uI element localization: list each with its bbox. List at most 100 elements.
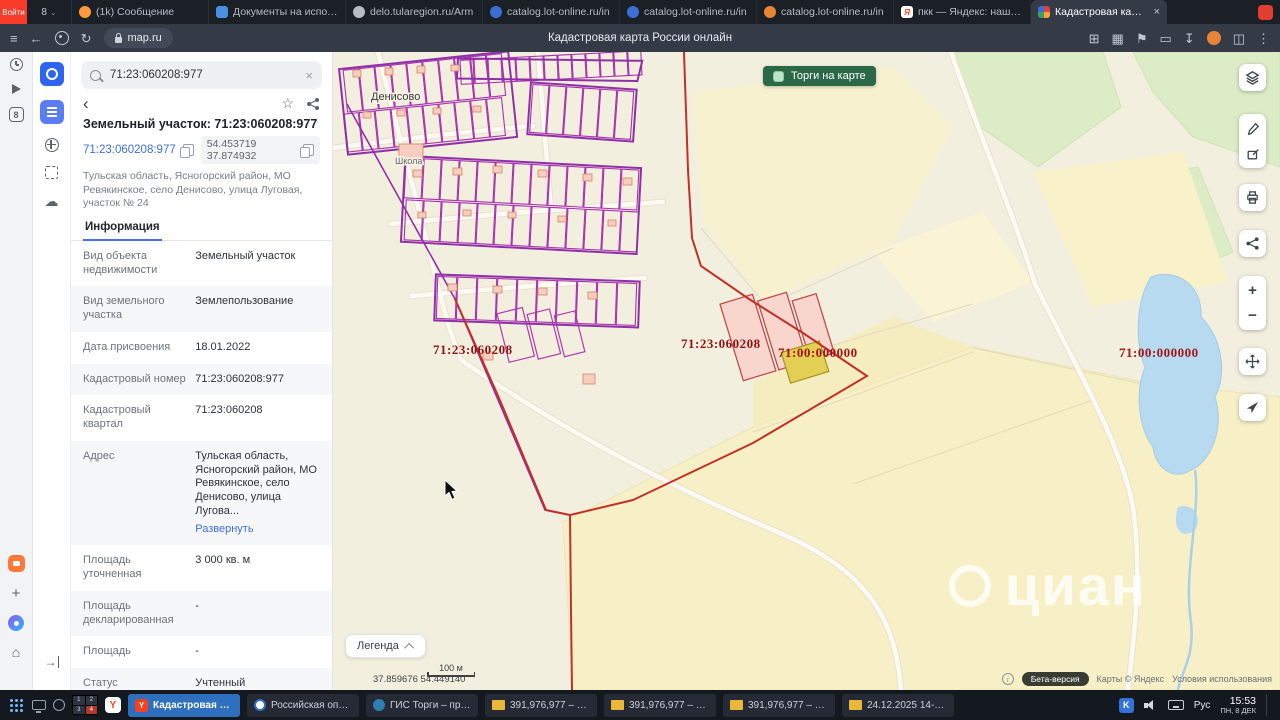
terms-link[interactable]: Условия использования bbox=[1172, 674, 1272, 684]
info-icon[interactable]: i bbox=[1001, 673, 1014, 685]
edit-icon[interactable] bbox=[1246, 147, 1260, 161]
clear-search-icon[interactable]: × bbox=[305, 68, 313, 83]
search-input[interactable] bbox=[108, 68, 299, 82]
tab-counter[interactable]: 8 ⌄ bbox=[27, 0, 72, 24]
layers-button[interactable] bbox=[1239, 64, 1266, 91]
expand-link[interactable]: Развернуть bbox=[195, 523, 320, 537]
pan-button[interactable] bbox=[1239, 348, 1266, 375]
geolocation-button[interactable] bbox=[1239, 394, 1266, 421]
taskbar-item-cadastral-map[interactable]: YКадастровая кар... bbox=[128, 693, 240, 717]
tab-close-icon[interactable]: × bbox=[1150, 6, 1160, 18]
address-bar[interactable]: map.ru bbox=[103, 28, 173, 48]
tab-lot-online-1[interactable]: catalog.lot-online.ru/in bbox=[483, 0, 620, 24]
tab-yandex-search[interactable]: Япкк — Яндекс: нашлос bbox=[894, 0, 1031, 24]
messenger-icon[interactable] bbox=[7, 555, 25, 572]
tab-docs[interactable]: Документы на исполн bbox=[209, 0, 346, 24]
yandex-login-button[interactable]: Войти bbox=[0, 0, 27, 24]
layers-cloud-icon[interactable]: ☁ bbox=[45, 193, 59, 210]
torgi-toggle-button[interactable]: Торги на карте bbox=[763, 66, 876, 86]
taskbar-item-gis-torgi[interactable]: ГИС Торги – прод... bbox=[366, 693, 478, 717]
browser-menu[interactable] bbox=[1250, 0, 1280, 24]
more-menu-icon[interactable]: ⋮ bbox=[1257, 32, 1270, 45]
tab-information[interactable]: Информация bbox=[83, 218, 162, 241]
download-icon[interactable]: ↧ bbox=[1184, 32, 1195, 45]
virtual-desktop-pager[interactable]: 1 2 3 4 bbox=[72, 695, 98, 715]
clock[interactable]: 15:53 ПН, 8 ДЕК bbox=[1220, 695, 1256, 716]
add-panel-icon[interactable]: + bbox=[12, 585, 21, 602]
tray-app-icon[interactable]: K bbox=[1118, 697, 1134, 713]
lock-icon bbox=[114, 32, 122, 43]
cadastral-number-link[interactable]: 71:23:060208:977 bbox=[83, 144, 176, 156]
globe-icon bbox=[627, 6, 639, 18]
taskbar-item-folder-4[interactable]: 24.12.2025 14-30 ... bbox=[842, 693, 954, 717]
taskbar-item-roi[interactable]: Российская опер... bbox=[247, 693, 359, 717]
split-view-icon[interactable]: ◫ bbox=[1233, 32, 1245, 45]
tab-groups-icon[interactable]: 8 bbox=[8, 107, 24, 122]
extent-tool-icon[interactable] bbox=[45, 166, 58, 179]
system-app-icon[interactable] bbox=[53, 699, 65, 711]
yandex-browser-launcher[interactable]: Y bbox=[105, 697, 121, 713]
table-row: Кадастровый номер 71:23:060208:977 bbox=[71, 363, 332, 396]
search-results-tool[interactable] bbox=[39, 100, 64, 124]
ruler-icon[interactable] bbox=[1246, 122, 1260, 136]
profile-avatar[interactable] bbox=[1206, 31, 1221, 45]
copy-icon[interactable] bbox=[300, 144, 314, 158]
folder-icon bbox=[730, 700, 743, 710]
tab-lot-online-2[interactable]: catalog.lot-online.ru/in bbox=[620, 0, 757, 24]
protect-icon[interactable] bbox=[54, 31, 69, 45]
favorite-star-icon[interactable]: ☆ bbox=[281, 95, 294, 112]
apps-grid-icon[interactable]: ▦ bbox=[1112, 32, 1124, 45]
taskbar-item-folder-1[interactable]: 391,976,977 – Мен... bbox=[485, 693, 597, 717]
taskbar-item-folder-3[interactable]: 391,976,977 – Мен... bbox=[723, 693, 835, 717]
volume-icon[interactable] bbox=[1143, 699, 1158, 711]
search-box[interactable]: × bbox=[81, 61, 322, 89]
tab-mail[interactable]: (1k) Сообщение bbox=[72, 0, 209, 24]
object-info-panel: × ‹ ☆ Земельный участок: 71:23:060208:97… bbox=[71, 52, 333, 690]
map-canvas[interactable]: 71:23:060208 71:23:060208 71:00:000000 7… bbox=[333, 52, 1280, 690]
print-button[interactable] bbox=[1239, 184, 1266, 211]
tab-cadastral-map[interactable]: Кадастровая карта Р × bbox=[1031, 0, 1167, 24]
tab-lot-online-3[interactable]: catalog.lot-online.ru/in bbox=[757, 0, 894, 24]
legend-label: Легенда bbox=[357, 640, 399, 652]
bookmark-flag-icon[interactable]: ⚑ bbox=[1136, 32, 1148, 45]
start-menu-icon[interactable] bbox=[10, 698, 13, 702]
desktop-1[interactable]: 1 bbox=[73, 696, 85, 705]
show-desktop-button[interactable] bbox=[1266, 694, 1270, 716]
extensions-icon[interactable]: ⊞ bbox=[1089, 32, 1100, 45]
share-icon[interactable] bbox=[306, 97, 320, 111]
desktop-2[interactable]: 2 bbox=[85, 696, 97, 705]
comments-icon[interactable]: ▭ bbox=[1160, 32, 1172, 45]
zoom-out-button[interactable]: − bbox=[1248, 308, 1257, 323]
back-icon[interactable]: ← bbox=[30, 32, 43, 45]
home-icon[interactable]: ⌂ bbox=[12, 644, 20, 660]
zoom-in-button[interactable]: + bbox=[1248, 283, 1257, 298]
panel-back-icon[interactable]: ‹ bbox=[83, 95, 89, 112]
tab-title: catalog.lot-online.ru/in bbox=[644, 6, 747, 18]
refresh-icon[interactable]: ↻ bbox=[81, 32, 92, 45]
share-map-button[interactable] bbox=[1239, 230, 1266, 257]
info-table: Вид объекта недвижимости Земельный участо… bbox=[71, 241, 332, 690]
copy-icon[interactable] bbox=[180, 144, 194, 158]
village-label: Денисово bbox=[371, 91, 420, 103]
taskbar-item-folder-2[interactable]: 391,976,977 – Мен... bbox=[604, 693, 716, 717]
desktop-4-active[interactable]: 4 bbox=[85, 705, 97, 714]
alice-icon[interactable] bbox=[8, 615, 24, 631]
language-indicator[interactable]: Рус bbox=[1194, 700, 1211, 711]
torgi-checkbox[interactable] bbox=[773, 70, 784, 82]
desktop-3[interactable]: 3 bbox=[73, 705, 85, 714]
media-play-icon[interactable] bbox=[11, 84, 21, 94]
measure-tool-icon[interactable] bbox=[44, 138, 59, 152]
collapse-panel-icon[interactable]: → bbox=[45, 656, 59, 668]
quarter-label: 71:23:060208 bbox=[681, 336, 761, 351]
system-monitor-icon[interactable] bbox=[32, 700, 46, 713]
tab-title: catalog.lot-online.ru/in bbox=[781, 6, 884, 18]
mail-icon bbox=[79, 6, 91, 18]
site-logo[interactable] bbox=[39, 62, 64, 86]
tab-count-label: 8 bbox=[41, 6, 47, 18]
tab-delo[interactable]: delo.tularegion.ru/Arm bbox=[346, 0, 483, 24]
draw-tools bbox=[1239, 114, 1266, 168]
sidebar-toggle-icon[interactable]: ≡ bbox=[10, 32, 18, 45]
keyboard-icon[interactable] bbox=[1167, 700, 1184, 710]
legend-button[interactable]: Легенда bbox=[345, 634, 426, 658]
history-icon[interactable] bbox=[9, 58, 23, 71]
